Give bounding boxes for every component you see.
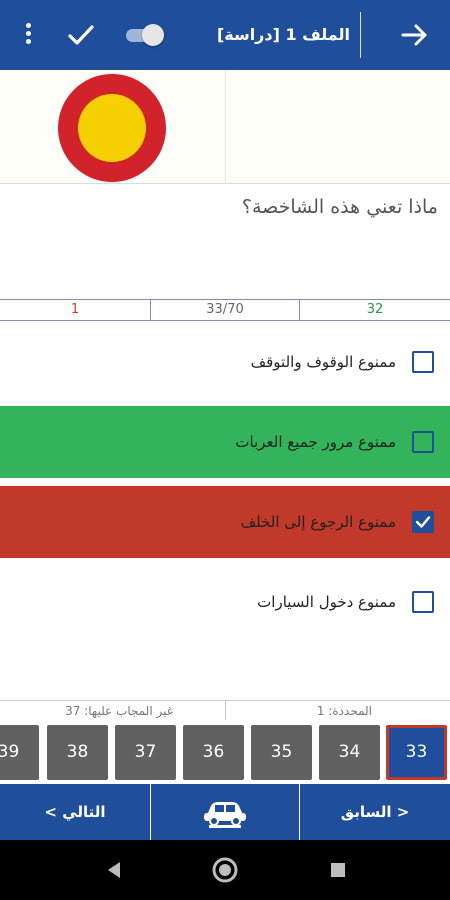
correct-count: 32 [366, 302, 384, 317]
answer-checkbox-checked[interactable] [412, 511, 434, 533]
app-screen: الملف 1 [دراسة] ماذا تعني هذه الشاخصة؟ 1… [0, 0, 450, 900]
car-icon[interactable] [151, 784, 299, 840]
answer-checkbox[interactable] [412, 431, 434, 453]
toggle-thumb [142, 24, 164, 46]
answer-option-wrong[interactable]: ممنوع الرجوع إلى الخلف [0, 486, 450, 558]
question-number-tile[interactable]: 35 [251, 725, 312, 780]
question-number-strip[interactable]: 39 38 37 36 35 34 33 [0, 720, 450, 784]
answer-option[interactable]: ممنوع دخول السيارات [0, 566, 450, 638]
traffic-sign-icon [56, 72, 168, 184]
question-number-tile[interactable]: 36 [183, 725, 244, 780]
answer-label: ممنوع دخول السيارات [257, 593, 396, 611]
question-number-tile-active[interactable]: 33 [386, 725, 447, 780]
question-number-tile[interactable]: 37 [115, 725, 176, 780]
system-navigation-bar [0, 840, 450, 900]
question-text: ماذا تعني هذه الشاخصة؟ [241, 196, 438, 218]
back-triangle-icon[interactable] [104, 860, 124, 884]
arrow-forward-icon[interactable] [397, 17, 433, 53]
next-button[interactable]: التالي > [0, 784, 150, 840]
home-circle-icon[interactable] [211, 856, 239, 888]
unanswered-count: غير المجاب عليها: 37 [65, 704, 173, 718]
top-app-bar: الملف 1 [دراسة] [0, 0, 450, 70]
answer-label: ممنوع الوقوف والتوقف [250, 353, 396, 371]
question-number-tile[interactable]: 38 [47, 725, 108, 780]
answer-label: ممنوع الرجوع إلى الخلف [240, 513, 396, 531]
answer-label: ممنوع مرور جميع العربات [235, 433, 396, 451]
recents-square-icon[interactable] [330, 862, 346, 882]
check-icon[interactable] [64, 18, 98, 52]
answer-checkbox[interactable] [412, 591, 434, 613]
answer-option-correct[interactable]: ممنوع مرور جميع العربات [0, 406, 450, 478]
bottom-navigation: التالي > < السابق [0, 784, 450, 840]
more-vert-icon[interactable] [14, 20, 42, 50]
answer-stats: غير المجاب عليها: 37 المحددة: 1 [0, 700, 450, 721]
question-number-tile[interactable]: 39 [0, 725, 39, 780]
progress-count: 33/70 [150, 300, 300, 320]
image-divider [225, 70, 226, 184]
page-title: الملف 1 [دراسة] [216, 25, 350, 44]
wrong-count: 1 [70, 302, 80, 317]
question-number-tile[interactable]: 34 [319, 725, 380, 780]
selected-count: المحددة: 1 [225, 701, 450, 721]
score-counters: 1 33/70 32 [0, 299, 450, 321]
toolbar-divider [360, 12, 361, 58]
answer-option[interactable]: ممنوع الوقوف والتوقف [0, 326, 450, 398]
answer-checkbox[interactable] [412, 351, 434, 373]
previous-button[interactable]: < السابق [300, 784, 450, 840]
study-mode-toggle[interactable] [124, 24, 166, 46]
